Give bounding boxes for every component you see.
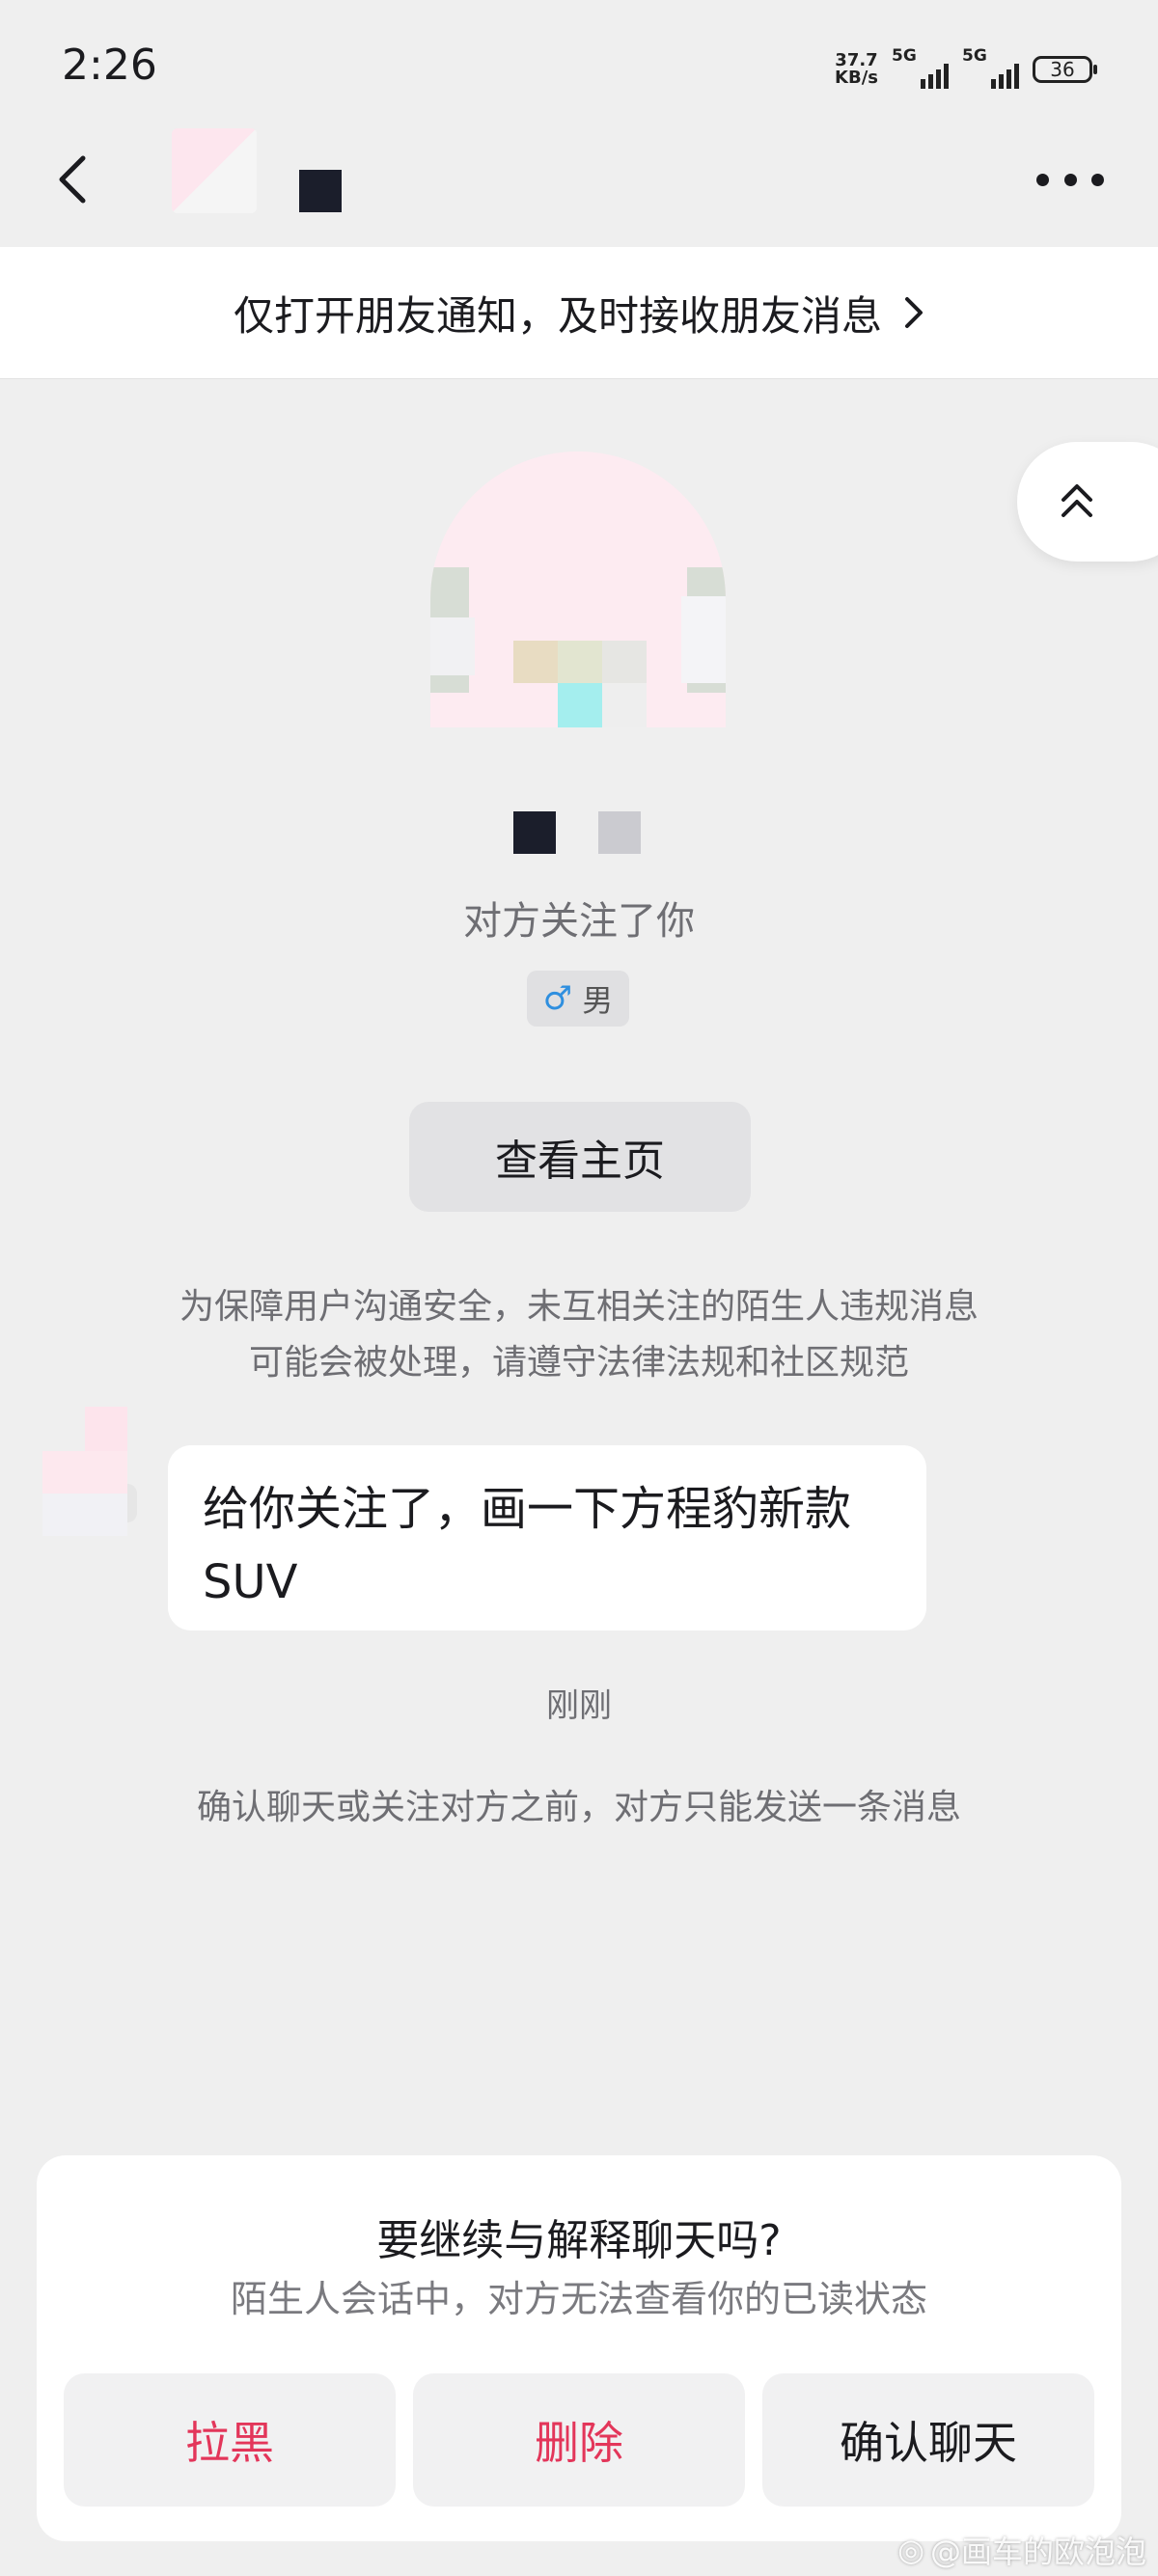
- safety-notice: 为保障用户沟通安全，未互相关注的陌生人违规消息 可能会被处理，请遵守法律法规和社…: [179, 1287, 979, 1383]
- more-horizontal-icon[interactable]: [1036, 170, 1104, 189]
- gender-badge: ♂ 男: [527, 971, 629, 1027]
- male-icon: ♂: [542, 979, 573, 1018]
- message-bubble[interactable]: 给你关注了，画一下方程豹新款 SUV: [168, 1445, 926, 1631]
- profile-avatar[interactable]: [430, 452, 726, 727]
- header-username-redacted: [299, 170, 342, 212]
- status-icons: 37.7 KB/s 5G 5G 36: [835, 46, 1097, 91]
- weibo-logo-icon: ◎: [897, 2532, 924, 2568]
- block-button[interactable]: 拉黑: [64, 2373, 396, 2507]
- watermark: ◎ @画车的欧泡泡: [897, 2532, 1146, 2570]
- battery-icon: 36: [1033, 56, 1097, 83]
- back-icon[interactable]: [54, 154, 93, 205]
- gender-label: 男: [582, 982, 614, 1019]
- profile-username-redacted: [513, 811, 556, 854]
- delete-button[interactable]: 删除: [413, 2373, 745, 2507]
- chevron-right-icon: [905, 297, 923, 328]
- header-avatar[interactable]: [172, 128, 257, 213]
- double-chevron-up-icon: [1062, 484, 1092, 517]
- notify-banner-text: 仅打开朋友通知，及时接收朋友消息: [233, 291, 882, 340]
- scroll-to-top-button[interactable]: [1017, 442, 1158, 562]
- confirm-chat-button[interactable]: 确认聊天: [762, 2373, 1094, 2507]
- signal-icon-sim1: 5G: [892, 46, 949, 89]
- view-homepage-button[interactable]: 查看主页: [409, 1102, 751, 1212]
- profile-username-redacted-2: [598, 811, 641, 854]
- confirm-card-subtitle: 陌生人会话中，对方无法查看你的已读状态: [230, 2278, 927, 2320]
- signal-icon-sim2: 5G: [962, 46, 1019, 89]
- message-timestamp: 刚刚: [546, 1686, 612, 1725]
- message-limit-notice: 确认聊天或关注对方之前，对方只能发送一条消息: [196, 1788, 961, 1827]
- status-time: 2:26: [62, 41, 157, 90]
- sender-avatar[interactable]: [42, 1407, 139, 1536]
- stranger-chat-confirm-card: 要继续与解释聊天吗? 陌生人会话中，对方无法查看你的已读状态 拉黑 删除 确认聊…: [37, 2155, 1121, 2541]
- follow-status-text: 对方关注了你: [463, 899, 695, 944]
- network-speed: 37.7 KB/s: [835, 50, 878, 88]
- friend-notification-banner[interactable]: 仅打开朋友通知，及时接收朋友消息: [0, 247, 1158, 379]
- confirm-card-title: 要继续与解释聊天吗?: [376, 2216, 782, 2265]
